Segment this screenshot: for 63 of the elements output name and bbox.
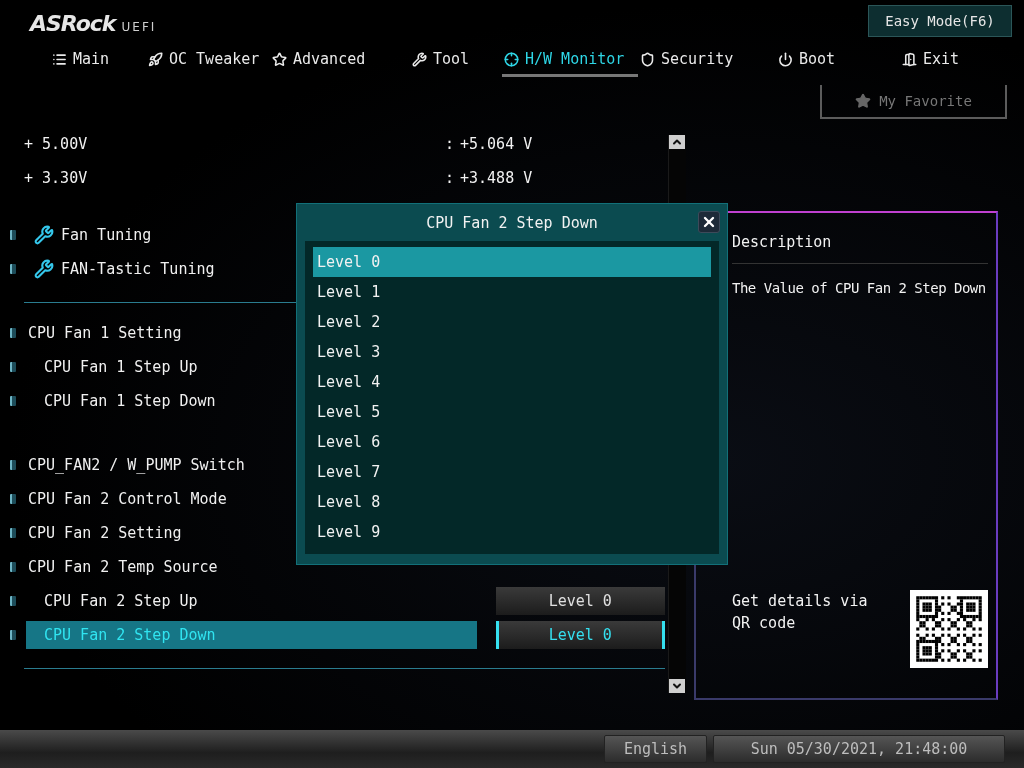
item-marker-icon [10,460,16,470]
voltage-label: + 5.00V [24,135,89,153]
nav-tab[interactable]: Advanced [270,45,410,77]
power-icon [778,51,793,67]
star-icon [272,51,287,67]
option-item[interactable]: Level 8 [313,487,711,517]
favorite-button[interactable]: My Favorite [820,85,1007,119]
nav-tab[interactable]: Main [50,45,146,77]
nav-tab[interactable]: OC Tweaker [146,45,270,77]
voltage-value: +5.064 V [460,135,533,153]
item-marker-icon [10,230,16,240]
nav-tab[interactable]: Tool [410,45,502,77]
description-title: Description [732,233,988,264]
shield-icon [640,51,655,67]
close-icon [701,214,717,230]
separator: : [445,169,456,187]
setting-item[interactable]: CPU Fan 2 Step Up [26,587,477,615]
scroll-up-button[interactable] [669,135,685,149]
crosshair-icon [504,51,519,67]
item-marker-icon [10,494,16,504]
wrench-icon [34,259,54,279]
nav-tab[interactable]: Security [638,45,776,77]
logo: ASRock [30,11,116,36]
option-item[interactable]: Level 3 [313,337,711,367]
nav-tab[interactable]: H/W Monitor [502,45,638,77]
item-marker-icon [10,596,16,606]
item-marker-icon [10,264,16,274]
star-icon [855,93,872,109]
close-button[interactable] [698,211,720,233]
door-icon [902,51,917,67]
item-marker-icon [10,528,16,538]
option-item[interactable]: Level 4 [313,367,711,397]
option-item[interactable]: Level 9 [313,517,711,547]
option-item[interactable]: Level 7 [313,457,711,487]
option-item[interactable]: Level 1 [313,277,711,307]
language-button[interactable]: English [604,735,707,763]
value-button[interactable]: Level 0 [495,587,665,615]
option-item[interactable]: Level 2 [313,307,711,337]
option-item[interactable]: Level 6 [313,427,711,457]
description-text: The Value of CPU Fan 2 Step Down [732,280,987,296]
item-marker-icon [10,562,16,572]
item-marker-icon [10,396,16,406]
option-item[interactable]: Level 5 [313,397,711,427]
item-marker-icon [10,328,16,338]
qr-caption: Get details via QR code [732,591,869,634]
scroll-down-button[interactable] [669,679,685,693]
wrench-icon [34,225,54,245]
nav-tab[interactable]: Exit [900,45,1010,77]
datetime-display[interactable]: Sun 05/30/2021, 21:48:00 [713,735,1005,763]
nav-tab[interactable]: Boot [776,45,900,77]
voltage-value: +3.488 V [460,169,533,187]
logo-suffix: UEFI [121,20,157,34]
value-button[interactable]: Level 0 [495,621,665,649]
easy-mode-button[interactable]: Easy Mode(F6) [868,5,1012,37]
item-marker-icon [10,630,16,640]
separator: : [445,135,456,153]
dialog-title: CPU Fan 2 Step Down [426,213,598,232]
voltage-label: + 3.30V [24,169,89,187]
wrench-icon [412,51,427,67]
setting-item[interactable]: CPU Fan 2 Temp Source [26,553,478,581]
item-marker-icon [10,362,16,372]
list-icon [52,51,67,67]
rocket-icon [148,51,163,67]
